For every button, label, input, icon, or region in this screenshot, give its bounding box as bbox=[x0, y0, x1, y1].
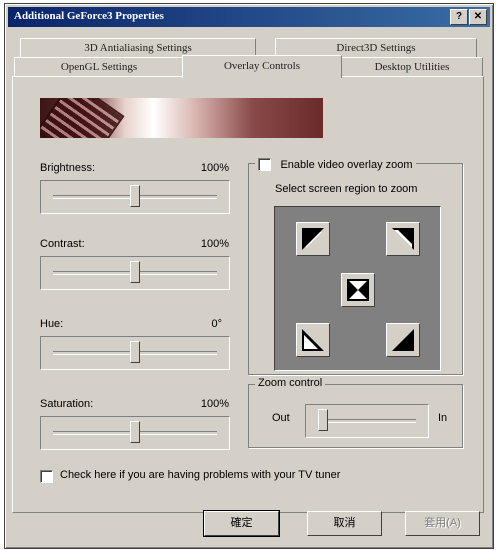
contrast-label: Contrast: bbox=[40, 238, 85, 250]
saturation-label: Saturation: bbox=[40, 398, 94, 410]
bottom-right-icon bbox=[392, 329, 414, 351]
zoom-slider[interactable] bbox=[305, 404, 429, 438]
zoom-thumb[interactable] bbox=[318, 409, 328, 431]
title-bar[interactable]: Additional GeForce3 Properties ? ✕ bbox=[8, 7, 490, 27]
top-right-icon bbox=[392, 228, 414, 250]
zoom-region-label: Select screen region to zoom bbox=[275, 183, 418, 195]
contrast-thumb[interactable] bbox=[130, 261, 140, 283]
contrast-slider[interactable] bbox=[40, 256, 230, 290]
tab-desktop-utilities[interactable]: Desktop Utilities bbox=[341, 57, 483, 76]
tab-opengl[interactable]: OpenGL Settings bbox=[14, 57, 184, 76]
zoom-track bbox=[318, 419, 416, 423]
close-button[interactable]: ✕ bbox=[469, 9, 487, 25]
hue-thumb[interactable] bbox=[130, 341, 140, 363]
zoom-center-button[interactable] bbox=[341, 273, 375, 307]
cancel-button[interactable]: 取消 bbox=[307, 511, 382, 536]
brightness-thumb[interactable] bbox=[130, 185, 140, 207]
brightness-value: 100% bbox=[200, 162, 229, 174]
zoom-top-right-button[interactable] bbox=[386, 222, 420, 256]
hue-label: Hue: bbox=[40, 318, 64, 330]
brightness-slider[interactable] bbox=[40, 180, 230, 214]
contrast-value: 100% bbox=[200, 238, 229, 250]
zoom-bottom-right-button[interactable] bbox=[386, 323, 420, 357]
saturation-slider[interactable] bbox=[40, 416, 230, 450]
zoom-in-label: In bbox=[438, 412, 448, 424]
zoom-control-label: Zoom control bbox=[255, 377, 326, 389]
saturation-value: 100% bbox=[200, 398, 229, 410]
zoom-region-grid bbox=[274, 206, 441, 371]
film-strip-banner bbox=[40, 98, 323, 138]
window-title: Additional GeForce3 Properties bbox=[14, 10, 164, 22]
enable-zoom-label: Enable video overlay zoom bbox=[280, 158, 413, 171]
enable-zoom-checkbox[interactable] bbox=[258, 158, 271, 172]
tab-overlay-controls[interactable]: Overlay Controls bbox=[182, 55, 342, 78]
brightness-label: Brightness: bbox=[40, 162, 96, 174]
apply-button[interactable]: 套用(A) bbox=[405, 511, 480, 536]
ok-button[interactable]: 確定 bbox=[203, 510, 280, 537]
zoom-bottom-left-button[interactable] bbox=[296, 323, 330, 357]
saturation-thumb[interactable] bbox=[130, 421, 140, 443]
top-left-icon bbox=[302, 228, 324, 250]
hue-value: 0° bbox=[211, 318, 222, 330]
zoom-top-left-button[interactable] bbox=[296, 222, 330, 256]
zoom-out-label: Out bbox=[272, 412, 290, 424]
hue-slider[interactable] bbox=[40, 336, 230, 370]
help-button[interactable]: ? bbox=[450, 9, 468, 25]
bottom-left-icon bbox=[302, 329, 324, 351]
tv-tuner-checkbox[interactable] bbox=[40, 470, 53, 483]
tv-tuner-label: Check here if you are having problems wi… bbox=[60, 469, 341, 481]
enable-zoom-row[interactable]: Enable video overlay zoom bbox=[255, 156, 416, 172]
center-icon bbox=[347, 279, 369, 301]
